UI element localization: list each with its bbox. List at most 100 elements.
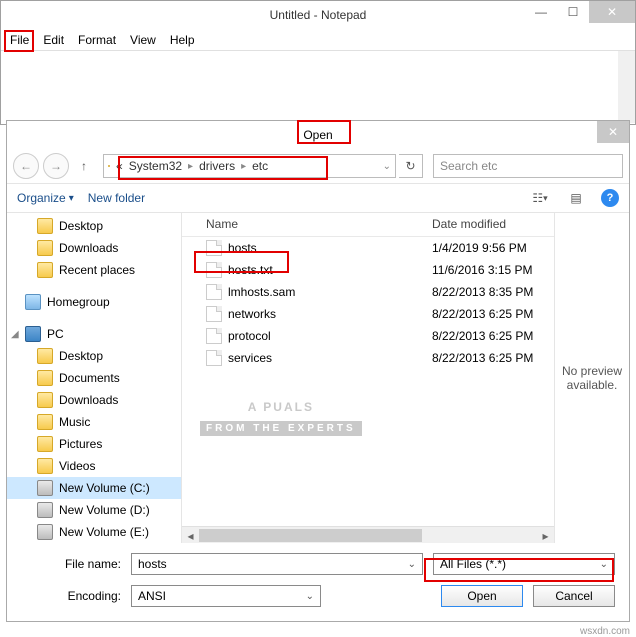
forward-button[interactable]: → bbox=[43, 153, 69, 179]
menu-edit[interactable]: Edit bbox=[36, 30, 71, 50]
nav-tree[interactable]: Desktop Downloads Recent places Homegroup ◢ P… bbox=[7, 213, 182, 543]
tree-label: Recent places bbox=[59, 263, 135, 277]
file-row-hosts-txt[interactable]: hosts.txt 11/6/2016 3:15 PM bbox=[182, 259, 554, 281]
chevron-down-icon[interactable]: ⌄ bbox=[306, 591, 314, 602]
scroll-thumb[interactable] bbox=[199, 529, 422, 542]
tree-label: PC bbox=[47, 327, 64, 341]
tree-item-downloads[interactable]: Downloads bbox=[7, 237, 181, 259]
tree-item-downloads[interactable]: Downloads bbox=[7, 389, 181, 411]
search-placeholder: Search etc bbox=[440, 159, 497, 173]
file-list: Name Date modified hosts1/4/2019 9:56 PM… bbox=[182, 213, 554, 543]
crumb-drivers[interactable]: drivers bbox=[199, 159, 235, 173]
chevron-expand-icon[interactable]: ◢ bbox=[11, 329, 19, 340]
file-name-label: File name: bbox=[21, 557, 121, 571]
tree-item-documents[interactable]: Documents bbox=[7, 367, 181, 389]
file-date: 11/6/2016 3:15 PM bbox=[422, 263, 543, 277]
chevron-down-icon[interactable]: ⌄ bbox=[600, 559, 608, 570]
open-dialog: Open ✕ ← → ↑ « System32 ▸ drivers ▸ etc … bbox=[6, 120, 630, 622]
file-name: hosts bbox=[228, 241, 257, 255]
preview-text: No preview available. bbox=[561, 364, 623, 392]
cancel-button[interactable]: Cancel bbox=[533, 585, 615, 607]
file-date: 8/22/2013 6:25 PM bbox=[422, 307, 543, 321]
organize-button[interactable]: Organize ▾ bbox=[17, 191, 74, 205]
tree-item-desktop[interactable]: Desktop bbox=[7, 215, 181, 237]
folder-icon bbox=[37, 392, 53, 408]
tree-item-music[interactable]: Music bbox=[7, 411, 181, 433]
horizontal-scrollbar[interactable]: ◂ ▸ bbox=[182, 526, 554, 543]
file-name: lmhosts.sam bbox=[228, 285, 295, 299]
encoding-select[interactable]: ANSI ⌄ bbox=[131, 585, 321, 607]
up-button[interactable]: ↑ bbox=[73, 155, 95, 177]
col-date[interactable]: Date modified bbox=[422, 213, 554, 236]
close-button[interactable]: ✕ bbox=[589, 1, 635, 23]
open-button[interactable]: Open bbox=[441, 585, 523, 607]
tree-item-new-volume-e-[interactable]: New Volume (E:) bbox=[7, 521, 181, 543]
scroll-left-icon[interactable]: ◂ bbox=[182, 527, 199, 544]
folder-icon bbox=[37, 436, 53, 452]
folder-icon bbox=[37, 218, 53, 234]
file-type-filter[interactable]: All Files (*.*) ⌄ bbox=[433, 553, 615, 575]
tree-label: Documents bbox=[59, 371, 120, 385]
file-row-services[interactable]: services8/22/2013 6:25 PM bbox=[182, 347, 554, 369]
tree-item-new-volume-d-[interactable]: New Volume (D:) bbox=[7, 499, 181, 521]
tree-item-videos[interactable]: Videos bbox=[7, 455, 181, 477]
menu-file[interactable]: File bbox=[3, 30, 36, 50]
file-icon bbox=[206, 306, 222, 322]
tree-item-homegroup[interactable]: Homegroup bbox=[7, 291, 181, 313]
file-name: networks bbox=[228, 307, 276, 321]
maximize-button[interactable]: ☐ bbox=[557, 1, 589, 23]
file-name: hosts.txt bbox=[228, 263, 273, 277]
tree-item-desktop[interactable]: Desktop bbox=[7, 345, 181, 367]
nav-row: ← → ↑ « System32 ▸ drivers ▸ etc ⌄ ↻ Sea… bbox=[7, 149, 629, 183]
drive-icon bbox=[37, 480, 53, 496]
crumb-root[interactable]: « bbox=[116, 159, 123, 173]
col-name[interactable]: Name bbox=[182, 213, 422, 236]
hg-icon bbox=[25, 294, 41, 310]
chevron-right-icon: ▸ bbox=[188, 161, 193, 172]
pc-icon bbox=[25, 326, 41, 342]
chevron-down-icon[interactable]: ⌄ bbox=[408, 559, 416, 570]
tree-item-pictures[interactable]: Pictures bbox=[7, 433, 181, 455]
search-input[interactable]: Search etc bbox=[433, 154, 623, 178]
tree-label: New Volume (E:) bbox=[59, 525, 149, 539]
tree-item-recent-places[interactable]: Recent places bbox=[7, 259, 181, 281]
folder-icon bbox=[37, 240, 53, 256]
file-name-value: hosts bbox=[138, 557, 167, 571]
encoding-value: ANSI bbox=[138, 589, 166, 603]
file-row-hosts[interactable]: hosts1/4/2019 9:56 PM bbox=[182, 237, 554, 259]
back-button[interactable]: ← bbox=[13, 153, 39, 179]
new-folder-button[interactable]: New folder bbox=[88, 191, 145, 205]
menu-format[interactable]: Format bbox=[71, 30, 123, 50]
notepad-textarea[interactable] bbox=[1, 51, 635, 123]
bottom-panel: File name: hosts ⌄ All Files (*.*) ⌄ Enc… bbox=[7, 543, 629, 621]
tree-item-pc[interactable]: ◢ PC bbox=[7, 323, 181, 345]
preview-pane-button[interactable]: ▤ bbox=[565, 187, 587, 209]
file-icon bbox=[206, 240, 222, 256]
crumb-system32[interactable]: System32 bbox=[129, 159, 182, 173]
dialog-close-button[interactable]: ✕ bbox=[597, 121, 629, 143]
minimize-button[interactable]: — bbox=[525, 1, 557, 23]
footer-text: wsxdn.com bbox=[580, 626, 630, 637]
crumb-etc[interactable]: etc bbox=[252, 159, 268, 173]
open-titlebar[interactable]: Open ✕ bbox=[7, 121, 629, 149]
tree-label: Downloads bbox=[59, 393, 118, 407]
file-name-input[interactable]: hosts ⌄ bbox=[131, 553, 423, 575]
file-row-networks[interactable]: networks 8/22/2013 6:25 PM bbox=[182, 303, 554, 325]
refresh-button[interactable]: ↻ bbox=[399, 154, 423, 178]
chevron-down-icon[interactable]: ⌄ bbox=[383, 161, 391, 172]
scroll-right-icon[interactable]: ▸ bbox=[537, 527, 554, 544]
tree-item-new-volume-c-[interactable]: New Volume (C:) bbox=[7, 477, 181, 499]
file-row-protocol[interactable]: protocol8/22/2013 6:25 PM bbox=[182, 325, 554, 347]
tree-label: Homegroup bbox=[47, 295, 110, 309]
address-bar[interactable]: « System32 ▸ drivers ▸ etc ⌄ bbox=[103, 154, 396, 178]
tree-label: Desktop bbox=[59, 219, 103, 233]
menu-help[interactable]: Help bbox=[163, 30, 202, 50]
view-options-button[interactable]: ☷ ▾ bbox=[529, 187, 551, 209]
help-button[interactable]: ? bbox=[601, 189, 619, 207]
menu-view[interactable]: View bbox=[123, 30, 163, 50]
file-name: protocol bbox=[228, 329, 271, 343]
file-row-lmhosts-sam[interactable]: lmhosts.sam8/22/2013 8:35 PM bbox=[182, 281, 554, 303]
file-date: 8/22/2013 6:25 PM bbox=[422, 351, 543, 365]
notepad-titlebar[interactable]: Untitled - Notepad — ☐ ✕ bbox=[1, 1, 635, 29]
vertical-scrollbar[interactable] bbox=[618, 51, 635, 123]
